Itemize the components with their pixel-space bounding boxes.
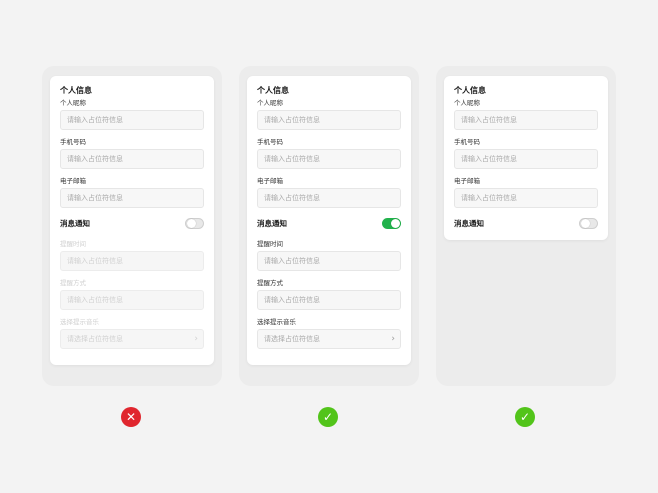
- section-title: 个人信息: [454, 86, 486, 95]
- notification-label: 消息通知: [454, 218, 484, 228]
- email-input[interactable]: 请输入占位符信息: [257, 188, 401, 208]
- toggle-knob: [581, 218, 590, 228]
- field-label-remind-time: 提醒时间: [60, 240, 86, 248]
- notification-row: 消息通知: [454, 216, 598, 230]
- notification-toggle[interactable]: [185, 217, 204, 229]
- field-label-nickname: 个人昵称: [257, 99, 283, 107]
- toggle-knob: [187, 218, 196, 228]
- field-label-email: 电子邮箱: [257, 177, 283, 185]
- ringtone-select[interactable]: 请选择占位符信息 ›: [257, 329, 401, 349]
- email-input[interactable]: 请输入占位符信息: [454, 188, 598, 208]
- field-label-ringtone: 选择提示音乐: [60, 318, 99, 326]
- field-label-nickname: 个人昵称: [454, 99, 480, 107]
- phone-input[interactable]: 请输入占位符信息: [257, 149, 401, 169]
- field-label-phone: 手机号码: [257, 138, 283, 146]
- nickname-input[interactable]: 请输入占位符信息: [454, 110, 598, 130]
- nickname-input[interactable]: 请输入占位符信息: [60, 110, 204, 130]
- chevron-right-icon: ›: [194, 334, 198, 344]
- settings-card: 个人信息 个人昵称 请输入占位符信息 手机号码 请输入占位符信息 电子邮箱 请输…: [247, 76, 411, 365]
- example-frame-1: 个人信息 个人昵称 请输入占位符信息 手机号码 请输入占位符信息 电子邮箱 请输…: [42, 66, 222, 386]
- ringtone-placeholder: 请选择占位符信息: [264, 335, 320, 343]
- field-label-ringtone: 选择提示音乐: [257, 318, 296, 326]
- check-icon: ✓: [515, 407, 535, 427]
- section-title: 个人信息: [257, 86, 289, 95]
- field-label-remind-method: 提醒方式: [60, 279, 86, 287]
- ringtone-select: 请选择占位符信息 ›: [60, 329, 204, 349]
- phone-input[interactable]: 请输入占位符信息: [454, 149, 598, 169]
- toggle-knob: [391, 218, 400, 228]
- disabled-fields-group: 提醒时间 请输入占位符信息 提醒方式 请输入占位符信息 选择提示音乐 请选择占位…: [60, 240, 204, 349]
- field-label-nickname: 个人昵称: [60, 99, 86, 107]
- chevron-right-icon: ›: [391, 334, 395, 344]
- field-label-phone: 手机号码: [60, 138, 86, 146]
- remind-method-input: 请输入占位符信息: [60, 290, 204, 310]
- remind-time-input: 请输入占位符信息: [60, 251, 204, 271]
- settings-card: 个人信息 个人昵称 请输入占位符信息 手机号码 请输入占位符信息 电子邮箱 请输…: [50, 76, 214, 365]
- remind-time-input[interactable]: 请输入占位符信息: [257, 251, 401, 271]
- field-label-email: 电子邮箱: [454, 177, 480, 185]
- notification-row: 消息通知: [60, 216, 204, 230]
- field-label-phone: 手机号码: [454, 138, 480, 146]
- nickname-input[interactable]: 请输入占位符信息: [257, 110, 401, 130]
- notification-toggle[interactable]: [382, 217, 401, 229]
- cross-icon: ✕: [121, 407, 141, 427]
- notification-label: 消息通知: [257, 218, 287, 228]
- field-label-remind-time: 提醒时间: [257, 240, 283, 248]
- settings-card: 个人信息 个人昵称 请输入占位符信息 手机号码 请输入占位符信息 电子邮箱 请输…: [444, 76, 608, 240]
- ringtone-placeholder: 请选择占位符信息: [67, 335, 123, 343]
- field-label-remind-method: 提醒方式: [257, 279, 283, 287]
- notification-toggle[interactable]: [579, 217, 598, 229]
- check-icon: ✓: [318, 407, 338, 427]
- field-label-email: 电子邮箱: [60, 177, 86, 185]
- example-frame-2: 个人信息 个人昵称 请输入占位符信息 手机号码 请输入占位符信息 电子邮箱 请输…: [239, 66, 419, 386]
- example-frame-3: 个人信息 个人昵称 请输入占位符信息 手机号码 请输入占位符信息 电子邮箱 请输…: [436, 66, 616, 386]
- notification-row: 消息通知: [257, 216, 401, 230]
- notification-label: 消息通知: [60, 218, 90, 228]
- phone-input[interactable]: 请输入占位符信息: [60, 149, 204, 169]
- section-title: 个人信息: [60, 86, 92, 95]
- email-input[interactable]: 请输入占位符信息: [60, 188, 204, 208]
- remind-method-input[interactable]: 请输入占位符信息: [257, 290, 401, 310]
